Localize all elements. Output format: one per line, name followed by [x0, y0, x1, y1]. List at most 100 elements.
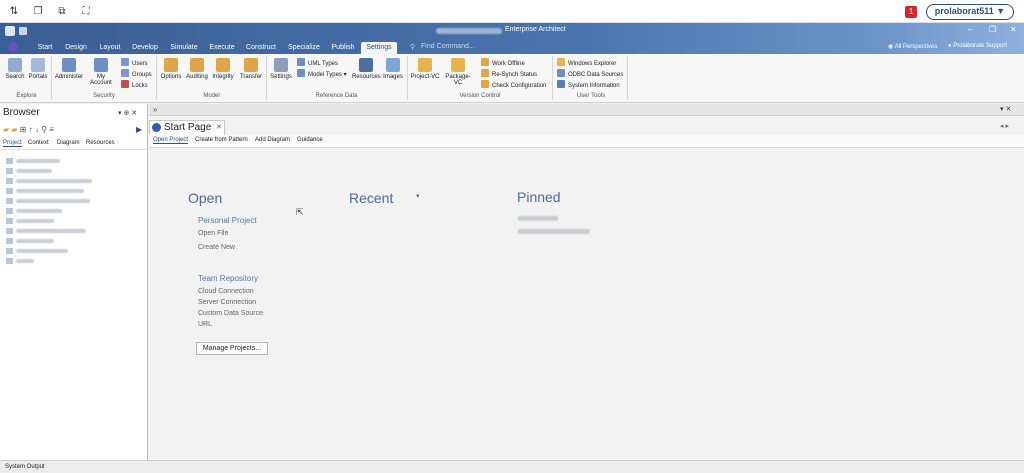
odbc-button[interactable]: ODBC Data Sources [557, 69, 623, 79]
pane-options-icon[interactable]: ▾ ⊕ ✕ [118, 109, 137, 117]
open-file-link[interactable]: Open File [198, 230, 228, 237]
portals-button[interactable]: Portals [27, 58, 49, 80]
maximize-icon[interactable]: ❐ [989, 25, 996, 34]
users-icon [121, 58, 129, 66]
my-account-button[interactable]: My Account [87, 58, 115, 86]
tab-simulate[interactable]: Simulate [169, 42, 199, 54]
tab-settings[interactable]: Settings [361, 42, 397, 54]
tree-item[interactable] [6, 188, 84, 197]
status-bar[interactable]: System Output [0, 460, 1024, 473]
tree-item[interactable] [6, 208, 62, 217]
work-offline-button[interactable]: Work Offline [481, 58, 525, 68]
subtab-guidance[interactable]: Guidance [297, 137, 323, 143]
groups-button[interactable]: Groups [121, 69, 152, 79]
windows-explorer-button[interactable]: Windows Explorer [557, 58, 616, 68]
new-folder-icon[interactable]: ▰ [3, 125, 9, 134]
url-link[interactable]: URL [198, 321, 212, 328]
odbc-label: ODBC Data Sources [568, 72, 624, 78]
fullscreen-icon[interactable]: ⛶ [80, 6, 92, 18]
auditing-button[interactable]: Auditing [184, 58, 210, 80]
support-menu[interactable]: ● Prolaborate Support [948, 43, 1007, 49]
administer-button[interactable]: Administer [54, 58, 84, 80]
subtab-create-from-pattern[interactable]: Create from Pattern [195, 137, 248, 143]
tree-item[interactable] [6, 258, 34, 267]
model-types-button[interactable]: Model Types ▾ [297, 69, 347, 79]
swap-icon[interactable]: ⇅ [8, 6, 20, 18]
tree-item[interactable] [6, 158, 60, 167]
add-package-icon[interactable]: ▰ [11, 125, 17, 134]
cloud-connection-link[interactable]: Cloud Connection [198, 288, 254, 295]
options-button[interactable]: Options [159, 58, 183, 80]
filter-icon[interactable]: ⚲ [41, 125, 47, 134]
move-down-icon[interactable]: ↓ [35, 125, 39, 134]
restore-icon[interactable]: ❐ [32, 6, 44, 18]
create-new-link[interactable]: Create New [198, 244, 235, 251]
work-offline-icon [481, 58, 489, 66]
move-up-icon[interactable]: ↑ [29, 125, 33, 134]
tree-icon[interactable]: ⊞ [20, 125, 27, 134]
tab-layout[interactable]: Layout [98, 42, 122, 54]
project-vc-button[interactable]: Project-VC [410, 58, 440, 80]
integrity-button[interactable]: Integrity [211, 58, 235, 80]
server-connection-link[interactable]: Server Connection [198, 299, 256, 306]
close-icon[interactable]: ✕ [1010, 25, 1017, 34]
expand-icon[interactable]: » [153, 105, 157, 114]
perspectives-menu[interactable]: ◉ All Perspectives [888, 43, 937, 50]
settings-icon [274, 58, 288, 72]
tree-item[interactable] [6, 178, 92, 187]
search-button[interactable]: Search [4, 58, 26, 80]
tab-develop[interactable]: Develop [131, 42, 159, 54]
app-menu-icon[interactable] [8, 42, 18, 52]
tab-execute[interactable]: Execute [209, 42, 235, 54]
manage-projects-button[interactable]: Manage Projects... [196, 342, 268, 355]
copy-icon[interactable]: ⧉ [56, 6, 68, 18]
browser-tab-diagram[interactable]: Diagram [57, 140, 80, 146]
tab-start[interactable]: Start [34, 42, 56, 54]
tree-item[interactable] [6, 238, 54, 247]
minimize-icon[interactable]: – [968, 25, 972, 34]
pinned-item-blurred[interactable] [518, 216, 558, 221]
images-button[interactable]: Images [381, 58, 405, 80]
system-info-button[interactable]: System Information [557, 80, 620, 90]
pinned-item-blurred[interactable] [518, 229, 590, 234]
check-config-button[interactable]: Check Configuration [481, 80, 546, 90]
auditing-label: Auditing [186, 74, 208, 80]
settings-button[interactable]: Settings [268, 58, 294, 80]
tree-item[interactable] [6, 168, 52, 177]
uml-types-button[interactable]: UML Types [297, 58, 338, 68]
tab-publish[interactable]: Publish [329, 42, 357, 54]
find-command-input[interactable]: Find Command... [421, 43, 475, 50]
windows-explorer-label: Windows Explorer [568, 61, 617, 67]
browser-tab-project[interactable]: Project [3, 140, 22, 147]
portals-icon [31, 58, 45, 72]
subtab-open-project[interactable]: Open Project [153, 137, 189, 144]
locks-button[interactable]: Locks [121, 80, 148, 90]
menu-icon[interactable]: ≡ [49, 125, 54, 134]
tab-design[interactable]: Design [64, 42, 88, 54]
transfer-button[interactable]: Transfer [238, 58, 264, 80]
tab-scroll-icon[interactable]: ◂ ▸ [1000, 122, 1009, 130]
users-button[interactable]: Users [121, 58, 148, 68]
save-icon[interactable] [19, 27, 27, 35]
tab-close-icon[interactable]: ✕ [216, 121, 222, 135]
browser-tab-resources[interactable]: Resources [86, 140, 115, 146]
resynch-button[interactable]: Re-Synch Status [481, 69, 537, 79]
user-menu-button[interactable]: prolaborat511 ▼ [926, 4, 1014, 20]
custom-data-source-link[interactable]: Custom Data Source [198, 310, 263, 317]
tree-item[interactable] [6, 248, 68, 257]
odbc-icon [557, 69, 565, 77]
browser-tab-context[interactable]: Context [28, 140, 49, 146]
recent-dropdown-icon[interactable]: ▾ [416, 192, 420, 200]
package-vc-button[interactable]: Package-VC [442, 58, 474, 86]
notification-badge[interactable]: 1 [905, 6, 917, 18]
play-icon[interactable]: ▶ [136, 125, 142, 134]
tab-specialize[interactable]: Specialize [287, 42, 321, 54]
doc-options-icon[interactable]: ▾ ✕ [1000, 105, 1011, 113]
resources-button[interactable]: Resources [352, 58, 381, 80]
start-page-tab[interactable]: Start Page ✕ [149, 120, 225, 135]
tree-item[interactable] [6, 228, 86, 237]
tree-item[interactable] [6, 198, 90, 207]
subtab-add-diagram[interactable]: Add Diagram [255, 137, 290, 143]
tree-item[interactable] [6, 218, 54, 227]
tab-construct[interactable]: Construct [244, 42, 278, 54]
